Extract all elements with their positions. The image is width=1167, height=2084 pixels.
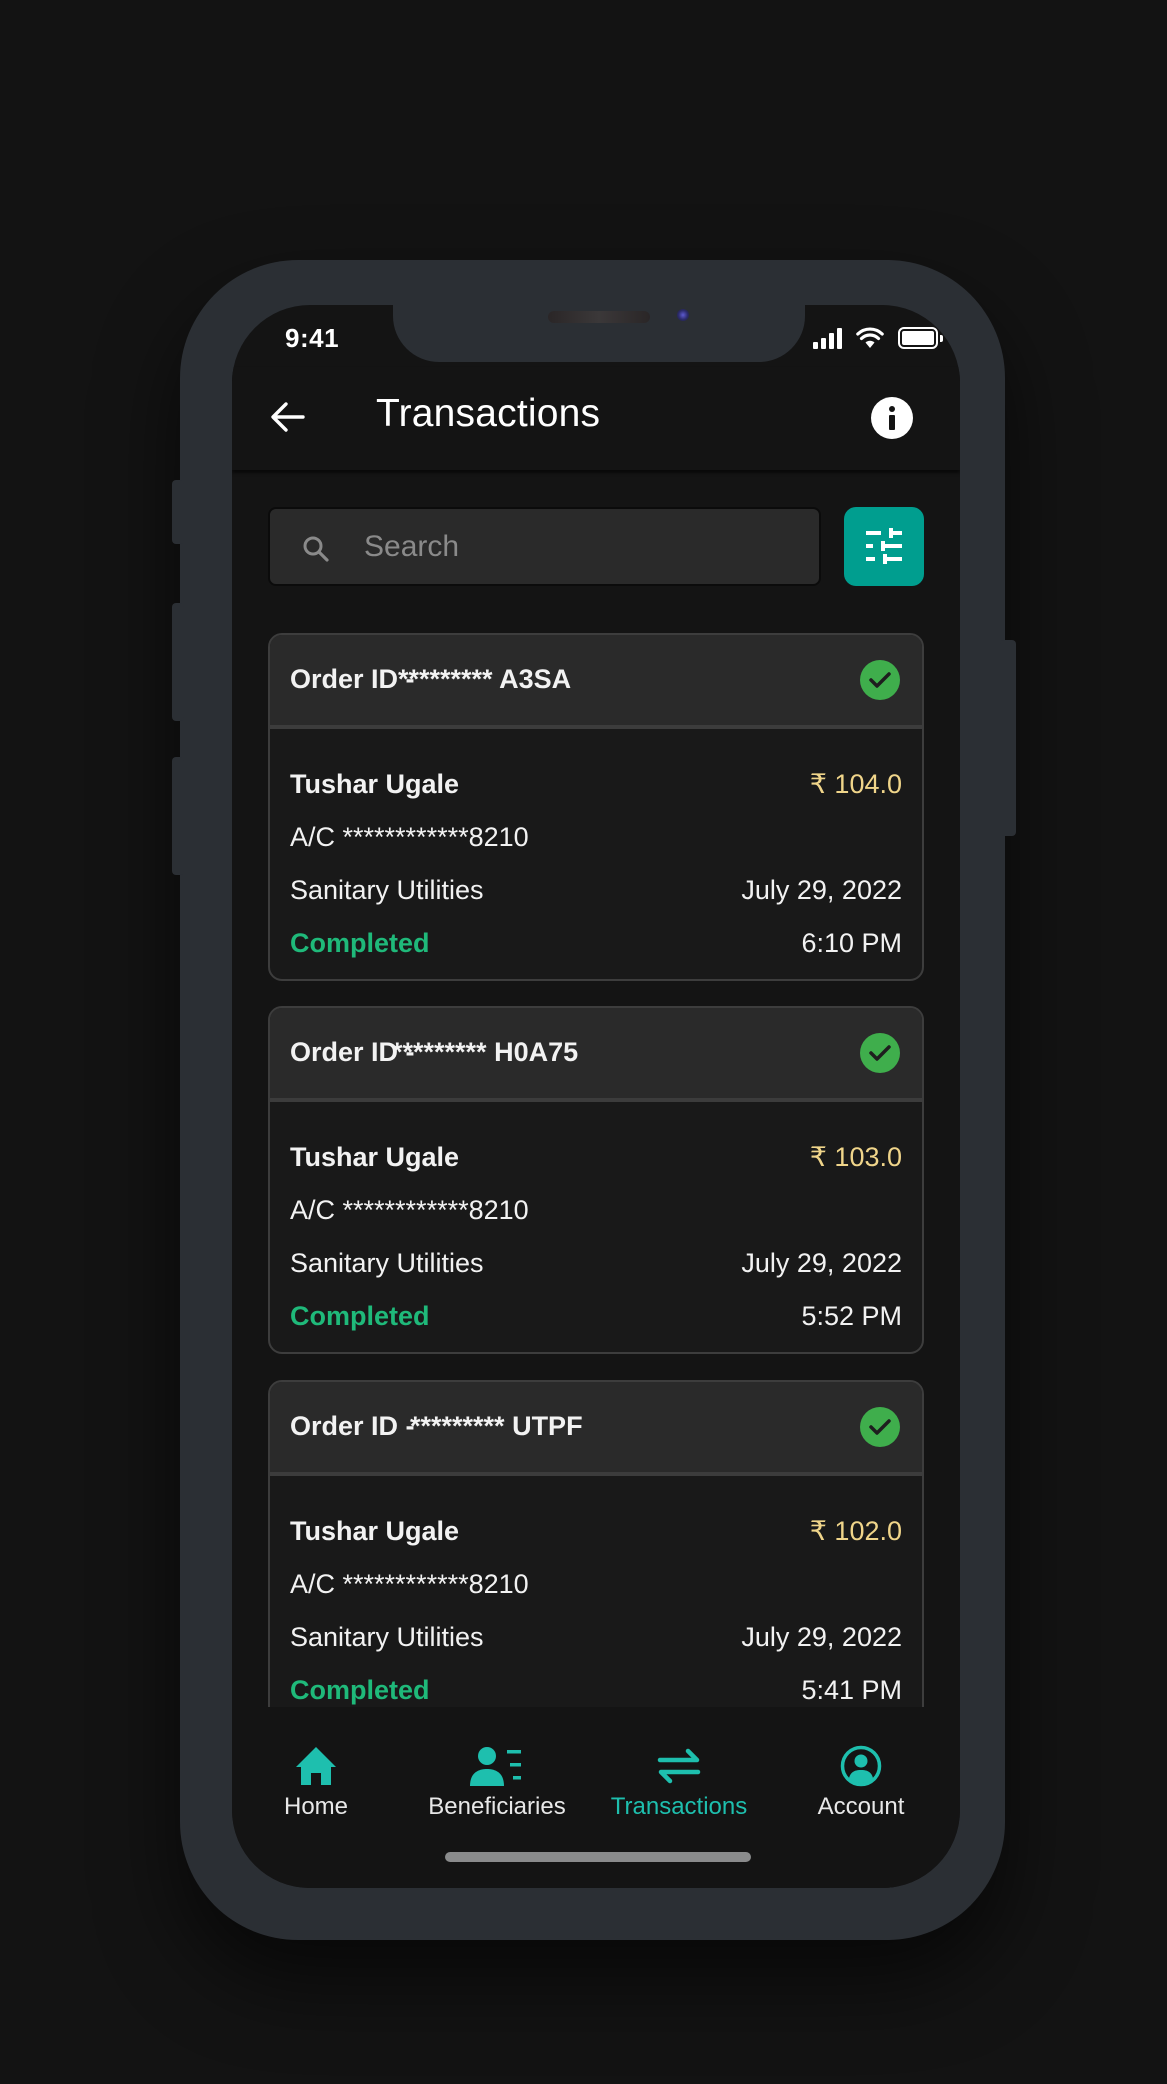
nav-label: Beneficiaries — [428, 1793, 566, 1820]
status-text: Completed — [290, 1301, 430, 1331]
card-body: Tushar Ugale ₹ 102.0 A/C ************821… — [270, 1476, 922, 1707]
search-icon — [303, 536, 329, 562]
amount: ₹ 103.0 — [809, 1142, 902, 1172]
nav-item-account[interactable]: Account — [786, 1745, 936, 1821]
bottom-nav: Home Beneficiaries Transactions Account — [232, 1707, 960, 1888]
nav-label: Home — [283, 1793, 349, 1820]
status-time: 9:41 — [285, 323, 340, 353]
category: Sanitary Utilities — [290, 1622, 484, 1652]
order-id-label: Order ID - — [290, 1411, 415, 1441]
arrow-left-icon — [271, 402, 305, 432]
account-number: A/C ************8210 — [290, 1195, 529, 1225]
account-number: A/C ************8210 — [290, 822, 529, 852]
beneficiary-name: Tushar Ugale — [290, 769, 460, 799]
category: Sanitary Utilities — [290, 1248, 484, 1278]
front-camera — [677, 309, 689, 321]
filter-button[interactable] — [844, 507, 924, 586]
transaction-card[interactable]: Order ID - ********* A3SA Tushar Ugale ₹… — [268, 633, 924, 981]
check-circle-icon — [860, 1407, 900, 1447]
phone-notch — [393, 300, 805, 362]
back-button[interactable] — [268, 397, 308, 437]
phone-power-button — [1000, 640, 1016, 836]
cellular-signal-icon — [813, 327, 842, 349]
info-button[interactable] — [871, 397, 913, 439]
order-id-label: Order ID - — [290, 664, 415, 694]
earpiece-speaker — [548, 311, 650, 323]
time: 6:10 PM — [801, 928, 902, 958]
check-circle-icon — [860, 660, 900, 700]
nav-label: Account — [817, 1793, 905, 1820]
date: July 29, 2022 — [741, 875, 902, 905]
card-body: Tushar Ugale ₹ 104.0 A/C ************821… — [270, 729, 922, 979]
beneficiary-name: Tushar Ugale — [290, 1142, 460, 1172]
phone-volume-down-button — [172, 757, 184, 875]
swap-arrows-icon — [657, 1748, 701, 1784]
date: July 29, 2022 — [741, 1248, 902, 1278]
category: Sanitary Utilities — [290, 875, 484, 905]
phone-volume-up-button — [172, 603, 184, 721]
battery-icon — [898, 327, 943, 349]
beneficiary-name: Tushar Ugale — [290, 1516, 460, 1546]
page-title: Transactions — [376, 392, 601, 435]
card-header: Order ID - ********* H0A75 — [270, 1008, 922, 1102]
check-circle-icon — [860, 1033, 900, 1073]
status-text: Completed — [290, 1675, 430, 1705]
card-header: Order ID - ********* A3SA — [270, 635, 922, 729]
search-input[interactable] — [364, 509, 804, 584]
account-circle-icon — [840, 1745, 882, 1787]
transaction-list: Order ID - ********* A3SA Tushar Ugale ₹… — [268, 633, 924, 1707]
transaction-card[interactable]: Order ID - ********* UTPF Tushar Ugale ₹… — [268, 1380, 924, 1707]
order-id-value: ********* UTPF — [410, 1411, 583, 1441]
transaction-card[interactable]: Order ID - ********* H0A75 Tushar Ugale … — [268, 1006, 924, 1354]
wifi-icon — [856, 327, 884, 348]
nav-label: Transactions — [610, 1793, 748, 1820]
amount: ₹ 104.0 — [809, 769, 902, 799]
date: July 29, 2022 — [741, 1622, 902, 1652]
order-id-value: ********* A3SA — [398, 664, 572, 694]
amount: ₹ 102.0 — [809, 1516, 902, 1546]
nav-item-transactions[interactable]: Transactions — [604, 1745, 754, 1821]
time: 5:41 PM — [801, 1675, 902, 1705]
status-icons — [813, 327, 943, 349]
phone-mute-switch — [172, 480, 184, 544]
home-icon — [296, 1747, 336, 1785]
nav-item-home[interactable]: Home — [241, 1745, 391, 1821]
home-indicator[interactable] — [445, 1852, 751, 1862]
search-box — [268, 507, 821, 586]
app-bar: Transactions — [232, 367, 960, 470]
beneficiaries-icon — [470, 1747, 521, 1786]
tune-sliders-icon — [866, 528, 902, 564]
account-number: A/C ************8210 — [290, 1569, 529, 1599]
card-header: Order ID - ********* UTPF — [270, 1382, 922, 1476]
order-id-value: ********* H0A75 — [392, 1037, 579, 1067]
card-body: Tushar Ugale ₹ 103.0 A/C ************821… — [270, 1102, 922, 1352]
time: 5:52 PM — [801, 1301, 902, 1331]
app-screen: 9:41 Transactions Search Order ID - ****… — [232, 305, 960, 1888]
nav-item-beneficiaries[interactable]: Beneficiaries — [422, 1745, 572, 1821]
status-text: Completed — [290, 928, 430, 958]
